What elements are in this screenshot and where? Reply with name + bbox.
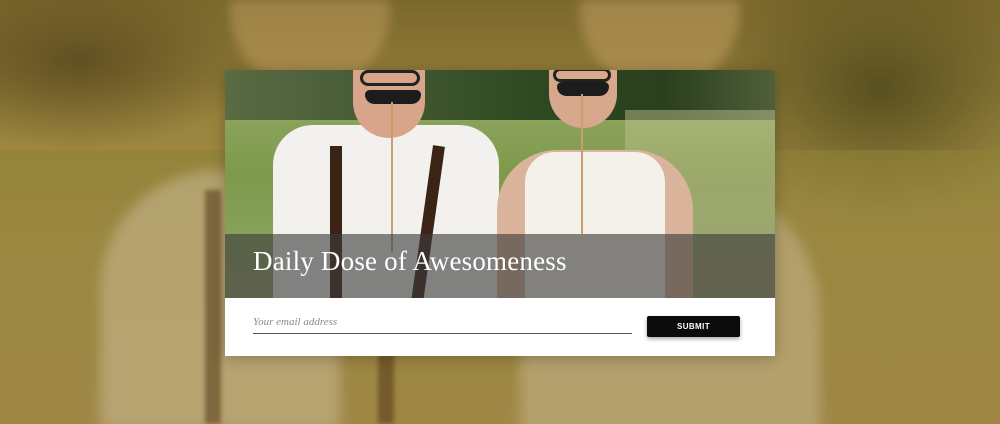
mustache-prop-icon bbox=[557, 82, 609, 96]
submit-button[interactable]: SUBMIT bbox=[647, 316, 740, 337]
mustache-prop-icon bbox=[365, 90, 421, 104]
signup-card: Daily Dose of Awesomeness SUBMIT bbox=[225, 70, 775, 356]
email-field[interactable] bbox=[253, 310, 632, 334]
glasses-prop-icon bbox=[553, 70, 611, 82]
glasses-prop-icon bbox=[360, 70, 420, 86]
signup-form: SUBMIT bbox=[225, 298, 775, 356]
card-title: Daily Dose of Awesomeness bbox=[253, 246, 567, 276]
